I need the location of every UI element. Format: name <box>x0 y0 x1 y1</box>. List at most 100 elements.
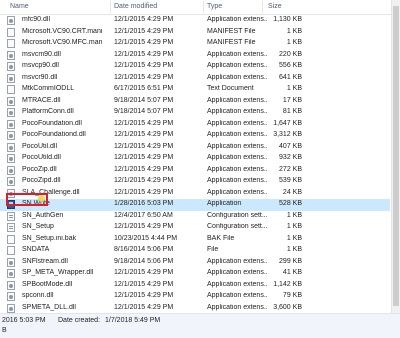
file-name: SPMETA_DLL.dll <box>22 303 76 311</box>
config-icon <box>7 223 15 232</box>
file-row[interactable]: PocoZipd.dll 12/1/2015 4:29 PM Application… <box>0 176 390 188</box>
file-size: 220 KB <box>279 50 302 58</box>
file-date-modified: 12/1/2015 4:29 PM <box>114 223 174 230</box>
file-date-modified: 9/18/2014 5:07 PM <box>114 96 174 104</box>
file-date-modified: 12/1/2015 4:29 PM <box>114 165 174 173</box>
file-type: Application extens... <box>207 50 267 58</box>
file-row[interactable]: SLA_Challenge.dll 12/1/2015 4:29 PM Applic… <box>0 188 390 200</box>
file-date-modified: 12/1/2015 4:29 PM <box>114 154 174 161</box>
file-type: Application extens... <box>207 96 267 104</box>
dll-icon <box>7 257 15 267</box>
file-row[interactable]: SPBootMode.dll 12/1/2015 4:29 PM Applicati… <box>0 280 390 292</box>
file-size: 79 KB <box>282 292 302 299</box>
mouse-cursor-highlight <box>38 195 45 202</box>
file-size: 1 KB <box>286 27 302 35</box>
file-row[interactable]: SN_AuthGen 12/4/2017 6:50 AM Configuration… <box>0 211 390 223</box>
file-row[interactable]: MtkCommIODLL 6/17/2015 6:51 PM Text Docume… <box>0 84 390 96</box>
file-row[interactable]: PocoFoundationd.dll 12/1/2015 4:29 PM Appl… <box>0 130 390 142</box>
file-size: 299 KB <box>279 257 302 265</box>
file-type: Application extens... <box>207 165 267 173</box>
file-list: mfc90.dll 12/1/2015 4:29 PM Application ex… <box>0 15 390 326</box>
file-size: 41 KB <box>282 269 302 276</box>
file-row[interactable]: Microsoft.VC90.CRT.manifest 12/1/2015 4:2… <box>0 27 390 39</box>
column-divider[interactable] <box>203 1 204 13</box>
file-row[interactable]: PlatformConn.dll 9/18/2014 5:07 PM Applica… <box>0 107 390 119</box>
file-size: 3,312 KB <box>273 131 302 138</box>
file-name: SN_AuthGen <box>22 211 64 219</box>
file-date-modified: 12/1/2015 4:29 PM <box>114 269 174 276</box>
file-name: PocoFoundationd.dll <box>22 131 86 138</box>
file-type: Application extens... <box>207 16 267 23</box>
file-size: 556 KB <box>279 62 302 69</box>
file-date-modified: 12/1/2015 4:29 PM <box>114 142 174 150</box>
file-date-modified: 10/23/2015 4:44 PM <box>114 234 178 242</box>
file-name: Microsoft.VC90.CRT.manifest <box>22 27 102 35</box>
column-header-bar: Name Date modified Type Size <box>0 0 400 15</box>
file-size: 1 KB <box>286 85 302 92</box>
file-name: PocoFoundation.dll <box>22 119 82 127</box>
manifest-icon <box>7 27 15 37</box>
status-date-created-label: Date created: <box>58 317 101 324</box>
file-row[interactable]: SN Write 1/28/2016 5:03 PM Application 528 … <box>0 199 390 211</box>
file-type: Application extens... <box>207 292 267 299</box>
file-row[interactable]: PocoUtild.dll 12/1/2015 4:29 PM Applicatio… <box>0 153 390 165</box>
file-row[interactable]: SP_META_Wrapper.dll 12/1/2015 4:29 PM Appl… <box>0 268 390 280</box>
file-row[interactable]: mfc90.dll 12/1/2015 4:29 PM Application ex… <box>0 15 390 27</box>
file-size: 1 KB <box>286 223 302 230</box>
file-size: 81 KB <box>282 108 302 115</box>
file-type: Configuration sett... <box>207 211 267 219</box>
column-header-type[interactable]: Type <box>207 3 222 10</box>
status-modified-value: 2016 5:03 PM <box>2 317 46 324</box>
file-date-modified: 9/18/2014 5:07 PM <box>114 108 174 115</box>
column-divider[interactable] <box>110 1 111 13</box>
dll-icon <box>7 154 15 163</box>
scrollbar-thumb[interactable] <box>393 6 399 306</box>
dll-icon <box>7 62 15 71</box>
file-row[interactable]: msvcr90.dll 12/1/2015 4:29 PM Application … <box>0 73 390 85</box>
file-name: PocoUtild.dll <box>22 154 61 161</box>
file-type: Application extens... <box>207 257 267 265</box>
file-row[interactable]: Microsoft.VC90.MFC.manifest 12/1/2015 4:2… <box>0 38 390 50</box>
file-row[interactable]: SN_Setup 12/1/2015 4:29 PM Configuration s… <box>0 222 390 234</box>
vertical-scrollbar[interactable] <box>391 0 400 313</box>
file-name: SNDATA <box>22 246 50 253</box>
details-status-bar: 2016 5:03 PM Date created: 1/7/2018 5:49… <box>0 313 400 338</box>
status-size-value: B <box>2 327 7 334</box>
dll-icon <box>7 73 15 83</box>
column-header-name[interactable]: Name <box>10 3 29 10</box>
file-row[interactable]: SN_Setup.ini.bak 10/23/2015 4:44 PM BAK Fi… <box>0 234 390 246</box>
column-header-date-modified[interactable]: Date modified <box>114 3 157 10</box>
file-name: SN_Setup.ini.bak <box>22 234 77 242</box>
file-row[interactable]: SNFlstream.dll 9/18/2014 5:06 PM Applicati… <box>0 257 390 269</box>
file-type: Application extens... <box>207 280 267 288</box>
file-row[interactable]: msvcm90.dll 12/1/2015 4:29 PM Application … <box>0 50 390 62</box>
column-divider[interactable] <box>262 1 263 13</box>
file-row[interactable]: PocoFoundation.dll 12/1/2015 4:29 PM Appli… <box>0 119 390 131</box>
file-row[interactable]: msvcp90.dll 12/1/2015 4:29 PM Application … <box>0 61 390 73</box>
file-row[interactable]: spconn.dll 12/1/2015 4:29 PM Application e… <box>0 291 390 303</box>
file-type: File <box>207 246 219 253</box>
file-row[interactable]: MTRACE.dll 9/18/2014 5:07 PM Application e… <box>0 96 390 108</box>
file-row[interactable]: SNDATA 8/16/2014 5:06 PM File 1 KB <box>0 245 390 257</box>
file-type: Application extens... <box>207 154 267 161</box>
file-date-modified: 12/1/2015 4:29 PM <box>114 50 174 58</box>
dll-icon <box>7 50 15 60</box>
file-type: MANIFEST File <box>207 39 256 46</box>
file-date-modified: 12/1/2015 4:29 PM <box>114 131 174 138</box>
file-type: BAK File <box>207 234 235 242</box>
file-icon <box>7 246 15 255</box>
file-name: SP_META_Wrapper.dll <box>22 269 94 276</box>
file-name: msvcm90.dll <box>22 50 61 58</box>
file-row[interactable]: PocoZip.dll 12/1/2015 4:29 PM Application … <box>0 165 390 177</box>
dll-icon <box>7 119 15 129</box>
file-date-modified: 12/1/2015 4:29 PM <box>114 62 174 69</box>
file-type: Configuration sett... <box>207 223 267 230</box>
text-icon <box>7 85 15 94</box>
file-name: spconn.dll <box>22 292 54 299</box>
column-header-size[interactable]: Size <box>268 3 282 10</box>
file-name: msvcp90.dll <box>22 62 59 69</box>
dll-icon <box>7 131 15 140</box>
file-row[interactable]: PocoUtil.dll 12/1/2015 4:29 PM Application… <box>0 142 390 154</box>
file-date-modified: 12/1/2015 4:29 PM <box>114 303 174 311</box>
file-type: MANIFEST File <box>207 27 256 35</box>
